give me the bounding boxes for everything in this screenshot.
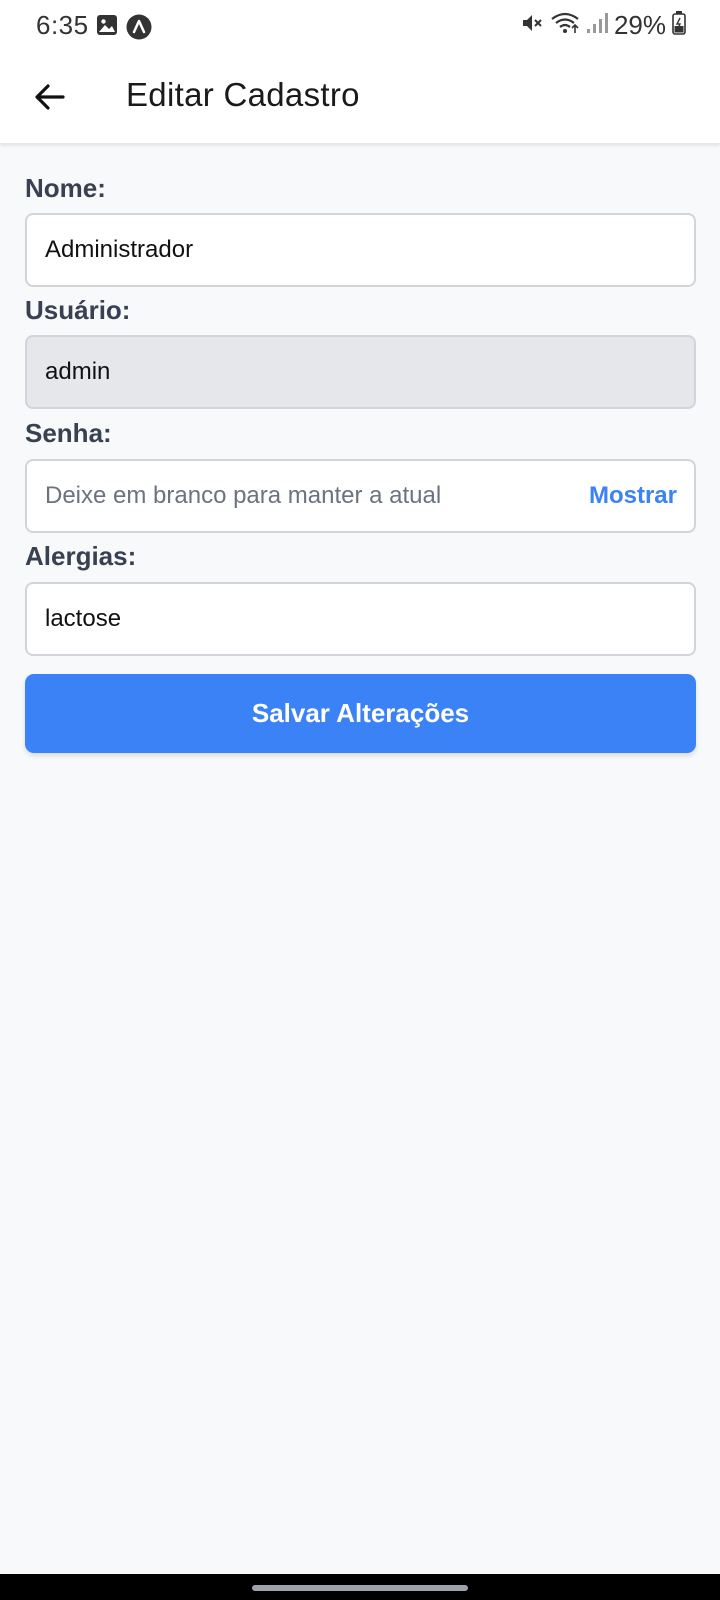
senha-label: Senha: [25,418,112,448]
image-icon [96,14,118,45]
alergias-value: lactose [45,605,122,632]
nome-value: Administrador [45,236,194,263]
status-right: 29% [520,10,686,41]
nome-input[interactable]: Administrador [25,213,696,287]
status-time: 6:35 [36,10,89,40]
usuario-input: admin [25,335,696,409]
show-password-button[interactable]: Mostrar [589,461,677,531]
status-left-icons [96,14,152,45]
usuario-label: Usuário: [25,295,131,325]
page-title: Editar Cadastro [126,76,360,113]
battery-icon [672,11,686,40]
mute-icon [520,11,544,40]
usuario-value: admin [45,358,111,385]
wifi-icon [550,11,580,40]
home-gesture-handle[interactable] [252,1585,468,1591]
arrow-left-icon [33,80,67,119]
app-bar: Editar Cadastro [0,54,720,144]
alergias-label: Alergias: [25,541,137,571]
nome-label: Nome: [25,173,106,203]
alergias-input[interactable]: lactose [25,582,696,656]
senha-placeholder: Deixe em branco para manter a atual [45,482,442,509]
app-notification-icon [126,14,152,45]
status-bar: 6:35 29% [0,0,720,54]
save-button[interactable]: Salvar Alterações [25,674,696,753]
senha-input[interactable]: Deixe em branco para manter a atual Most… [25,459,696,533]
navigation-bar [0,1574,720,1600]
battery-percent: 29% [613,10,666,40]
signal-icon [586,11,608,40]
edit-form: Nome: Administrador Usuário: admin Senha… [25,144,696,753]
back-button[interactable] [22,71,78,127]
